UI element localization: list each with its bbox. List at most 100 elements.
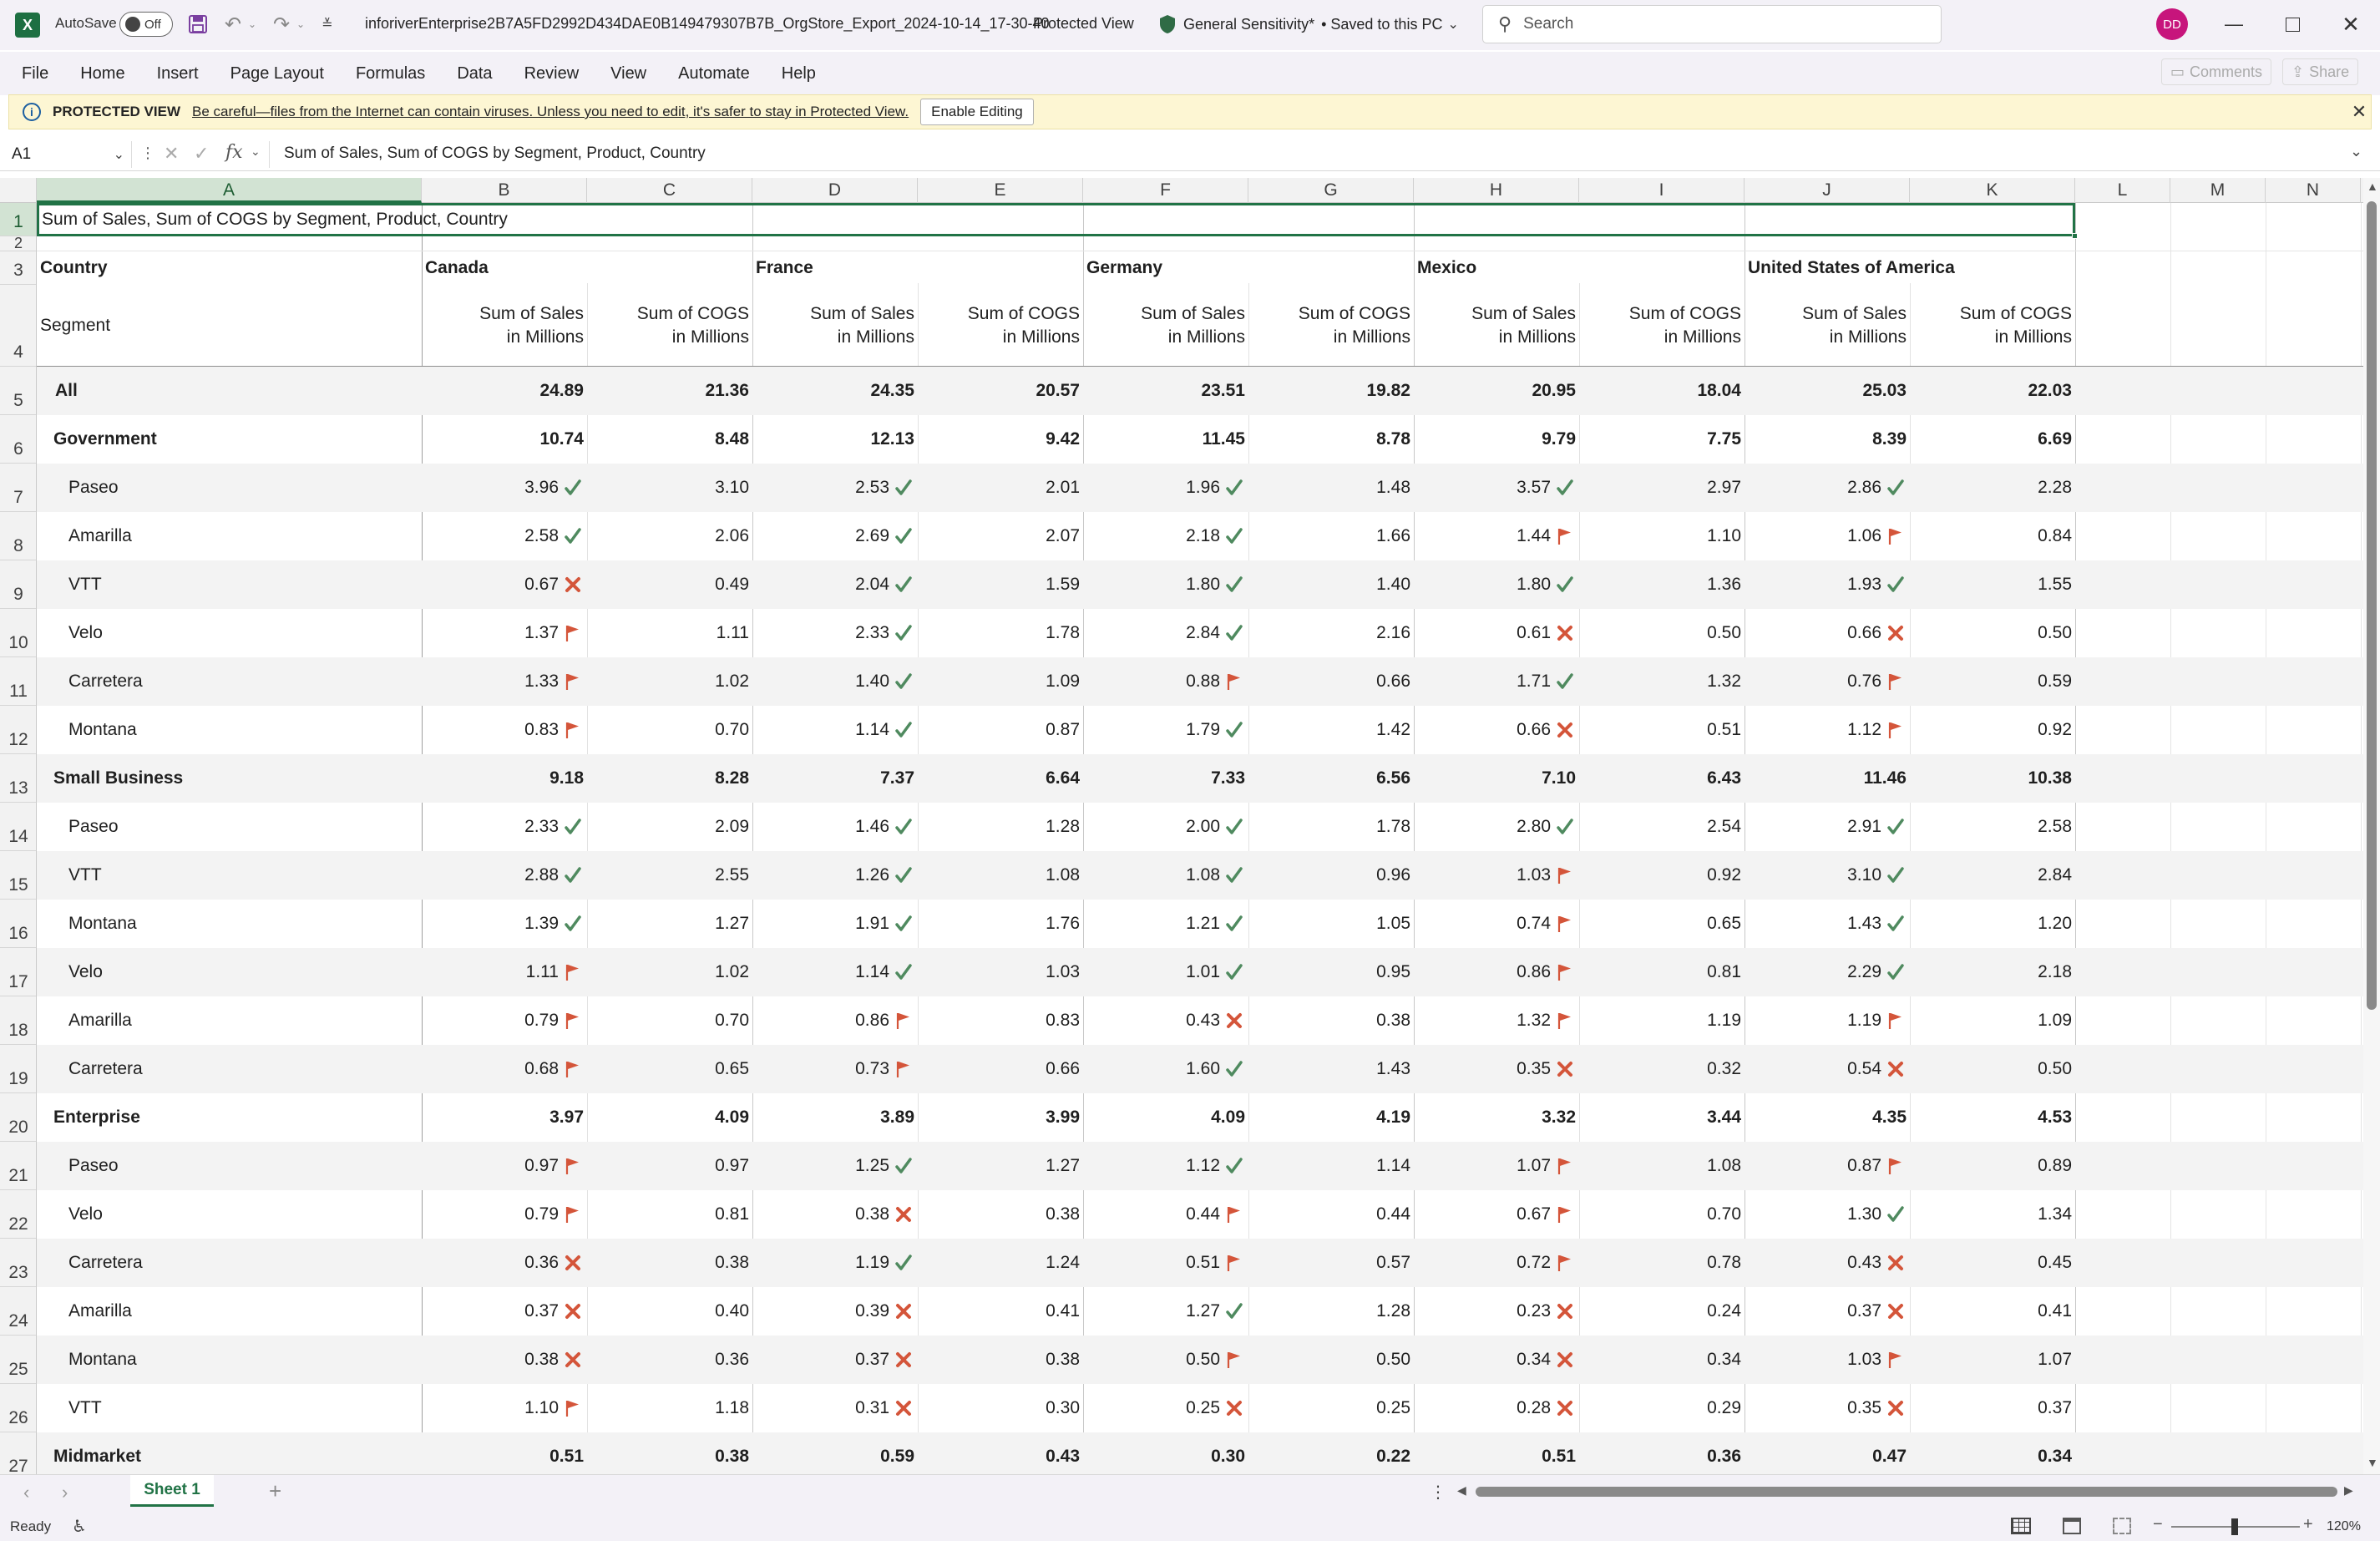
- value-cell[interactable]: 2.01: [918, 464, 1083, 512]
- value-cell[interactable]: 0.40: [587, 1287, 752, 1336]
- value-cell[interactable]: 2.07: [918, 512, 1083, 560]
- close-icon[interactable]: ✕: [2330, 8, 2372, 40]
- country-label[interactable]: Country: [37, 251, 422, 285]
- value-cell[interactable]: 1.43: [1248, 1045, 1414, 1093]
- row-header-19[interactable]: 19: [0, 1045, 36, 1093]
- value-cell[interactable]: 3.32: [1414, 1093, 1579, 1142]
- worksheet-grid[interactable]: Sum of Sales, Sum of COGS by Segment, Pr…: [37, 203, 2363, 1474]
- value-cell[interactable]: 4.35: [1744, 1093, 1910, 1142]
- value-cell[interactable]: 0.96: [1248, 851, 1414, 900]
- value-cell[interactable]: 0.50: [1910, 1045, 2075, 1093]
- menu-data[interactable]: Data: [457, 64, 492, 84]
- protected-view-message[interactable]: Be careful—files from the Internet can c…: [192, 104, 909, 120]
- value-cell[interactable]: 2.09: [587, 803, 752, 851]
- value-cell[interactable]: 0.57: [1248, 1239, 1414, 1287]
- row-header-9[interactable]: 9: [0, 560, 36, 609]
- scroll-down-icon[interactable]: ▼: [2367, 1456, 2378, 1469]
- value-cell[interactable]: 24.35: [752, 367, 918, 415]
- value-cell[interactable]: 1.55: [1910, 560, 2075, 609]
- menu-help[interactable]: Help: [782, 64, 816, 84]
- value-cell[interactable]: 0.92: [1579, 851, 1744, 900]
- value-cell[interactable]: 7.33: [1083, 754, 1248, 803]
- column-header-h[interactable]: H: [1414, 178, 1579, 203]
- value-cell[interactable]: 3.10: [587, 464, 752, 512]
- segment-row-label[interactable]: Midmarket: [37, 1432, 422, 1474]
- formula-content[interactable]: Sum of Sales, Sum of COGS by Segment, Pr…: [284, 144, 706, 163]
- measure-header[interactable]: Sum of Sales in Millions: [1744, 285, 1910, 366]
- cancel-entry-icon[interactable]: ✕: [164, 143, 179, 165]
- value-cell[interactable]: 0.41: [918, 1287, 1083, 1336]
- column-header-n[interactable]: N: [2266, 178, 2361, 203]
- value-cell[interactable]: 1.48: [1248, 464, 1414, 512]
- product-label[interactable]: Carretera: [37, 1045, 422, 1093]
- value-cell[interactable]: 0.87: [918, 706, 1083, 754]
- product-label[interactable]: Velo: [37, 609, 422, 657]
- undo-dropdown-icon[interactable]: ⌄: [246, 15, 259, 33]
- row-header-27[interactable]: 27: [0, 1432, 36, 1474]
- value-cell[interactable]: 0.49: [587, 560, 752, 609]
- row-header-24[interactable]: 24: [0, 1287, 36, 1336]
- insert-function-icon[interactable]: fx: [225, 142, 243, 163]
- value-cell[interactable]: 0.50: [1910, 609, 2075, 657]
- value-cell[interactable]: 20.57: [918, 367, 1083, 415]
- product-label[interactable]: Velo: [37, 948, 422, 996]
- value-cell[interactable]: 1.76: [918, 900, 1083, 948]
- value-cell[interactable]: 10.74: [422, 415, 587, 464]
- product-label[interactable]: Carretera: [37, 657, 422, 706]
- country-header[interactable]: Canada: [422, 251, 747, 285]
- value-cell[interactable]: 3.44: [1579, 1093, 1744, 1142]
- value-cell[interactable]: 0.22: [1248, 1432, 1414, 1474]
- value-cell[interactable]: 0.37: [1910, 1384, 2075, 1432]
- menu-home[interactable]: Home: [80, 64, 124, 84]
- value-cell[interactable]: 0.65: [587, 1045, 752, 1093]
- add-sheet-button[interactable]: +: [269, 1478, 281, 1504]
- value-cell[interactable]: 0.51: [1414, 1432, 1579, 1474]
- tab-options-icon[interactable]: ⋮: [1430, 1482, 1446, 1503]
- country-header[interactable]: United States of America: [1744, 251, 2070, 285]
- value-cell[interactable]: 1.78: [1248, 803, 1414, 851]
- row-header-2[interactable]: 2: [0, 235, 36, 251]
- value-cell[interactable]: 1.02: [587, 657, 752, 706]
- value-cell[interactable]: 1.20: [1910, 900, 2075, 948]
- column-header-l[interactable]: L: [2075, 178, 2170, 203]
- product-label[interactable]: Paseo: [37, 1142, 422, 1190]
- value-cell[interactable]: 0.95: [1248, 948, 1414, 996]
- column-header-k[interactable]: K: [1910, 178, 2075, 203]
- name-box[interactable]: A1 ⌄: [7, 141, 132, 168]
- value-cell[interactable]: 4.09: [587, 1093, 752, 1142]
- value-cell[interactable]: 24.89: [422, 367, 587, 415]
- row-header-7[interactable]: 7: [0, 464, 36, 512]
- row-header-13[interactable]: 13: [0, 754, 36, 803]
- search-box[interactable]: ⚲ Search: [1482, 5, 1942, 43]
- horizontal-scroll-thumb[interactable]: [1476, 1487, 2337, 1497]
- value-cell[interactable]: 1.32: [1579, 657, 1744, 706]
- undo-icon[interactable]: ↶: [220, 12, 246, 37]
- value-cell[interactable]: 2.58: [1910, 803, 2075, 851]
- row-header-26[interactable]: 26: [0, 1384, 36, 1432]
- maximize-icon[interactable]: [2271, 8, 2313, 40]
- value-cell[interactable]: 1.34: [1910, 1190, 2075, 1239]
- row-header-1[interactable]: 1: [0, 203, 36, 236]
- value-cell[interactable]: 8.78: [1248, 415, 1414, 464]
- select-all-corner[interactable]: [0, 178, 37, 203]
- product-label[interactable]: Amarilla: [37, 512, 422, 560]
- value-cell[interactable]: 0.34: [1910, 1432, 2075, 1474]
- segment-label[interactable]: Segment: [37, 285, 422, 366]
- product-label[interactable]: Carretera: [37, 1239, 422, 1287]
- measure-header[interactable]: Sum of COGS in Millions: [1910, 285, 2075, 366]
- value-cell[interactable]: 0.66: [918, 1045, 1083, 1093]
- autosave-toggle[interactable]: Off: [119, 12, 173, 37]
- value-cell[interactable]: 0.38: [918, 1336, 1083, 1384]
- selected-cell-a1[interactable]: [37, 203, 2075, 236]
- value-cell[interactable]: 4.19: [1248, 1093, 1414, 1142]
- value-cell[interactable]: 6.56: [1248, 754, 1414, 803]
- value-cell[interactable]: 1.08: [1579, 1142, 1744, 1190]
- value-cell[interactable]: 1.24: [918, 1239, 1083, 1287]
- prev-sheet-icon[interactable]: ‹: [23, 1482, 29, 1503]
- value-cell[interactable]: 2.28: [1910, 464, 2075, 512]
- product-label[interactable]: Velo: [37, 1190, 422, 1239]
- value-cell[interactable]: 21.36: [587, 367, 752, 415]
- value-cell[interactable]: 2.16: [1248, 609, 1414, 657]
- row-header-8[interactable]: 8: [0, 512, 36, 560]
- row-header-20[interactable]: 20: [0, 1093, 36, 1142]
